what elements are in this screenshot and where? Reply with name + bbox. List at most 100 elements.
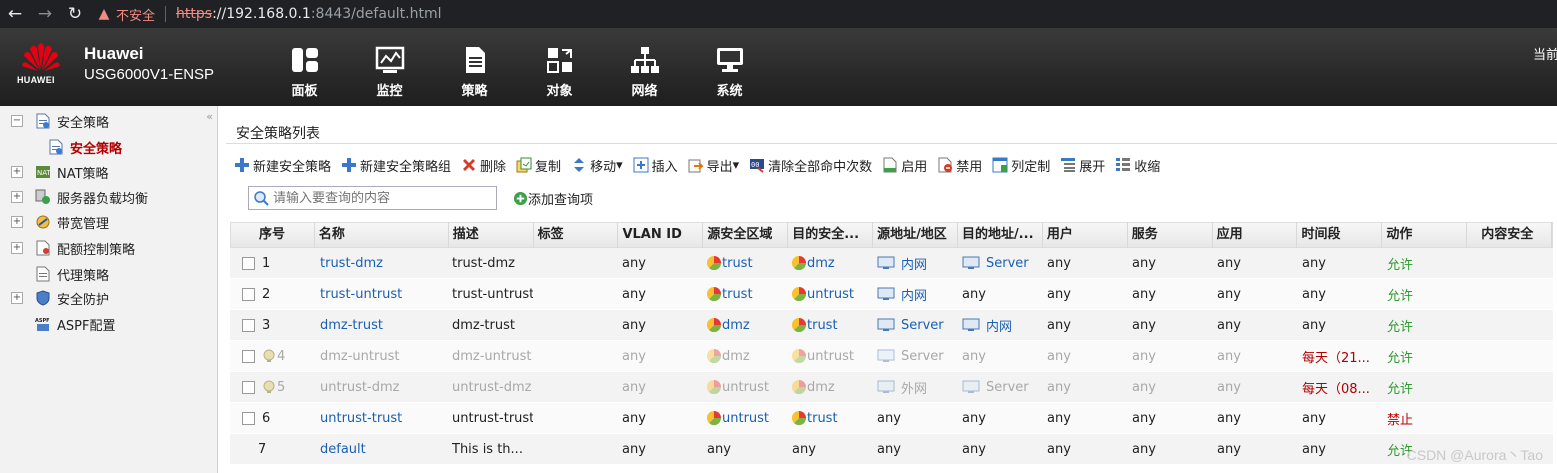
cell-name[interactable]: dmz-trust: [314, 318, 448, 333]
col-src-addr[interactable]: 源地址/地区: [873, 222, 958, 248]
nav-system[interactable]: 系统: [687, 46, 772, 99]
cell-name[interactable]: untrust-dmz: [314, 380, 448, 395]
enable-button[interactable]: 启用: [882, 156, 927, 175]
copy-button[interactable]: 复制: [516, 156, 561, 175]
row-checkbox[interactable]: [242, 318, 255, 332]
table-row[interactable]: 5 untrust-dmz untrust-dmz any untrust dm…: [230, 372, 1553, 403]
table-row[interactable]: 3 dmz-trust dmz-trust any dmz trust Serv…: [230, 310, 1553, 341]
col-dst-addr[interactable]: 目的地址/...: [958, 222, 1043, 248]
nav-dashboard[interactable]: 面板: [262, 46, 347, 99]
cell-time[interactable]: 每天（08...: [1298, 378, 1383, 397]
cell-dst-addr[interactable]: 内网: [958, 316, 1043, 335]
col-vlan[interactable]: VLAN ID: [618, 222, 704, 248]
cell-dst-zone[interactable]: trust: [788, 411, 873, 426]
col-no[interactable]: 序号: [231, 222, 315, 248]
insert-button[interactable]: 插入: [633, 156, 678, 175]
expand-icon[interactable]: +: [11, 191, 23, 203]
col-user[interactable]: 用户: [1043, 222, 1128, 248]
new-policy-group-button[interactable]: 新建安全策略组: [341, 156, 451, 175]
nav-policy[interactable]: 策略: [432, 46, 517, 99]
nav-monitor[interactable]: 监控: [347, 46, 432, 99]
cell-dst-zone[interactable]: untrust: [788, 287, 873, 302]
disable-button[interactable]: 禁用: [937, 156, 982, 175]
cell-src-zone[interactable]: untrust: [703, 411, 788, 426]
sidebar-item-nat-policy[interactable]: + NAT NAT策略: [0, 161, 109, 183]
customize-columns-button[interactable]: 列定制: [992, 156, 1050, 175]
row-checkbox[interactable]: [242, 287, 255, 301]
cell-dst-zone[interactable]: dmz: [788, 256, 873, 271]
col-service[interactable]: 服务: [1128, 222, 1213, 248]
cell-src-addr[interactable]: Server: [873, 349, 958, 364]
collapse-icon[interactable]: −: [11, 115, 23, 127]
col-content-security[interactable]: 内容安全: [1467, 222, 1553, 248]
col-tag[interactable]: 标签: [534, 222, 619, 248]
expand-icon[interactable]: +: [11, 216, 23, 228]
delete-button[interactable]: 删除: [461, 156, 506, 175]
cell-name[interactable]: trust-dmz: [314, 256, 448, 271]
cell-src-zone[interactable]: trust: [703, 256, 788, 271]
table-row[interactable]: 6 untrust-trust untrust-trust any untrus…: [230, 403, 1553, 434]
new-policy-button[interactable]: 新建安全策略: [234, 156, 331, 175]
expand-icon[interactable]: +: [11, 242, 23, 254]
clear-hit-count-button[interactable]: 00 清除全部命中次数: [749, 156, 872, 175]
sidebar-item-security-protection[interactable]: + 安全防护: [0, 287, 109, 309]
search-box[interactable]: [248, 186, 497, 210]
cell-dst-addr[interactable]: Server: [958, 256, 1043, 271]
cell-name[interactable]: trust-untrust: [314, 287, 448, 302]
nav-network[interactable]: 网络: [602, 46, 687, 99]
cell-dst-zone[interactable]: untrust: [788, 349, 873, 364]
cell-name[interactable]: untrust-trust: [314, 411, 448, 426]
cell-src-addr[interactable]: 内网: [873, 285, 958, 304]
table-row[interactable]: 1 trust-dmz trust-dmz any trust dmz 内网 S…: [230, 248, 1553, 279]
cell-name[interactable]: default: [314, 442, 448, 457]
col-dst-zone[interactable]: 目的安全...: [788, 222, 874, 248]
nav-object[interactable]: 对象: [517, 46, 602, 99]
collapse-button[interactable]: 收缩: [1115, 156, 1160, 175]
cell-src-addr[interactable]: Server: [873, 318, 958, 333]
cell-dst-zone[interactable]: trust: [788, 318, 873, 333]
back-arrow-icon[interactable]: ←: [0, 0, 30, 28]
sidebar-item-server-load-balancing[interactable]: + 服务器负载均衡: [0, 186, 148, 208]
row-checkbox[interactable]: [242, 380, 255, 394]
table-row[interactable]: 4 dmz-untrust dmz-untrust any dmz untrus…: [230, 341, 1553, 372]
row-checkbox[interactable]: [242, 411, 255, 425]
cell-src-zone[interactable]: trust: [703, 287, 788, 302]
cell-src-addr[interactable]: 外网: [873, 378, 958, 397]
dst-zone-label: untrust: [807, 348, 855, 364]
row-checkbox[interactable]: [242, 349, 255, 363]
reload-icon[interactable]: ↻: [60, 0, 90, 28]
address-bar[interactable]: ▲ 不安全 https://192.168.0.1:8443/default.h…: [96, 0, 442, 28]
expand-button[interactable]: 展开: [1060, 156, 1105, 175]
sidebar-item-security-policy[interactable]: 安全策略: [34, 136, 122, 158]
move-dropdown[interactable]: 移动 ▾: [571, 156, 623, 175]
col-time[interactable]: 时间段: [1297, 222, 1383, 248]
sidebar-item-security-policy-group[interactable]: − 安全策略: [0, 110, 109, 132]
expand-icon[interactable]: +: [11, 292, 23, 304]
col-src-zone[interactable]: 源安全区域: [703, 222, 789, 248]
collapse-sidebar-icon[interactable]: «: [206, 110, 213, 123]
row-checkbox[interactable]: [242, 256, 255, 270]
search-input[interactable]: [273, 190, 493, 206]
col-app[interactable]: 应用: [1213, 222, 1298, 248]
col-action[interactable]: 动作: [1382, 222, 1468, 248]
table-row[interactable]: 2 trust-untrust trust-untrust any trust …: [230, 279, 1553, 310]
cell-dst-zone[interactable]: dmz: [788, 380, 873, 395]
col-name[interactable]: 名称: [315, 222, 449, 248]
cell-src-zone[interactable]: dmz: [703, 349, 788, 364]
cell-src-zone[interactable]: dmz: [703, 318, 788, 333]
sidebar-item-quota-control[interactable]: + 配额控制策略: [0, 237, 135, 259]
col-desc[interactable]: 描述: [449, 222, 534, 248]
add-query-button[interactable]: 添加查询项: [513, 189, 593, 208]
cell-src-addr[interactable]: 内网: [873, 254, 958, 273]
expand-icon[interactable]: +: [11, 166, 23, 178]
sidebar-item-bandwidth[interactable]: + 带宽管理: [0, 211, 109, 233]
forward-arrow-icon[interactable]: →: [30, 0, 60, 28]
export-dropdown[interactable]: 导出 ▾: [688, 156, 739, 175]
sidebar-item-aspf[interactable]: ASPF ASPF配置: [0, 313, 115, 335]
cell-name[interactable]: dmz-untrust: [314, 349, 448, 364]
table-row[interactable]: 7 default This is th... any any any any …: [230, 434, 1553, 465]
cell-src-zone[interactable]: untrust: [703, 380, 788, 395]
cell-dst-addr[interactable]: Server: [958, 380, 1043, 395]
cell-time[interactable]: 每天（21...: [1298, 347, 1383, 366]
sidebar-item-proxy-policy[interactable]: 代理策略: [0, 263, 109, 285]
